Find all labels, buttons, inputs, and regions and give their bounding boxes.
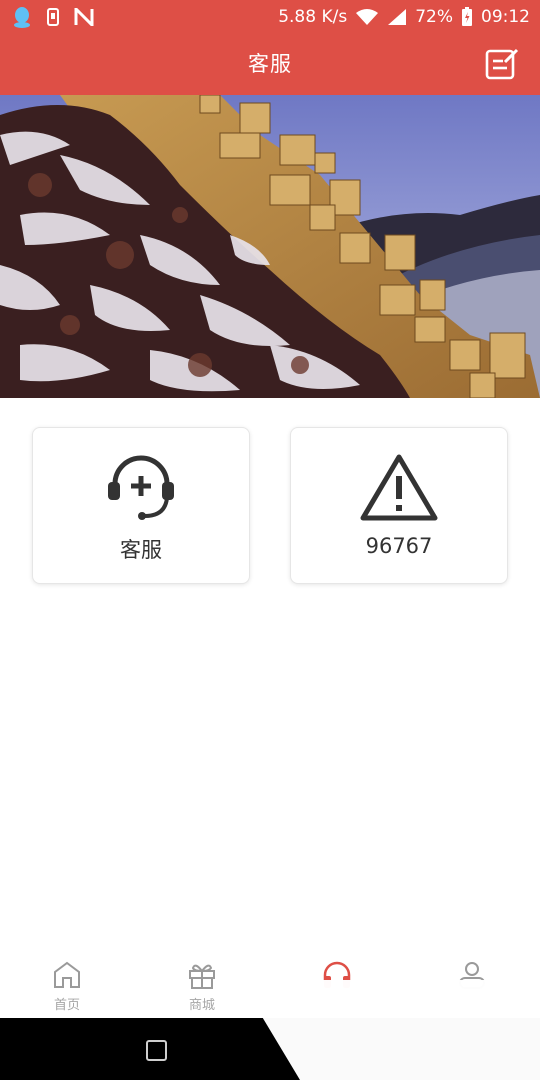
wifi-icon	[356, 9, 379, 25]
battery-icon	[462, 7, 472, 26]
warning-triangle-icon	[360, 454, 438, 521]
gift-icon	[189, 964, 215, 989]
headset-plus-icon	[108, 455, 174, 520]
tab-home[interactable]: 首页	[17, 956, 117, 1013]
customer-service-label: 客服	[120, 538, 162, 562]
signal-icon	[388, 9, 407, 25]
qq-icon	[14, 7, 30, 28]
great-wall-image	[0, 95, 540, 398]
tab-mall-label: 商城	[188, 998, 215, 1013]
network-speed: 5.88 K/s	[278, 7, 348, 27]
sim-icon	[47, 8, 59, 26]
hotline-number: 96767	[365, 534, 433, 558]
page-title: 客服	[248, 52, 292, 76]
tab-mall[interactable]: 商城	[152, 956, 252, 1013]
battery-percent: 72%	[415, 7, 453, 27]
app-header: 客服	[0, 34, 540, 95]
banner-image[interactable]	[0, 95, 540, 398]
edit-note-icon[interactable]	[484, 46, 520, 82]
home-icon	[54, 961, 80, 988]
status-bar: 5.88 K/s 72% 09:12	[0, 0, 540, 34]
customer-service-card[interactable]: 客服	[32, 427, 250, 584]
clock: 09:12	[481, 7, 530, 27]
tab-home-label: 首页	[53, 998, 80, 1013]
hotline-card[interactable]: 96767	[290, 427, 508, 584]
home-button[interactable]	[146, 1040, 167, 1061]
n-icon	[74, 8, 94, 26]
